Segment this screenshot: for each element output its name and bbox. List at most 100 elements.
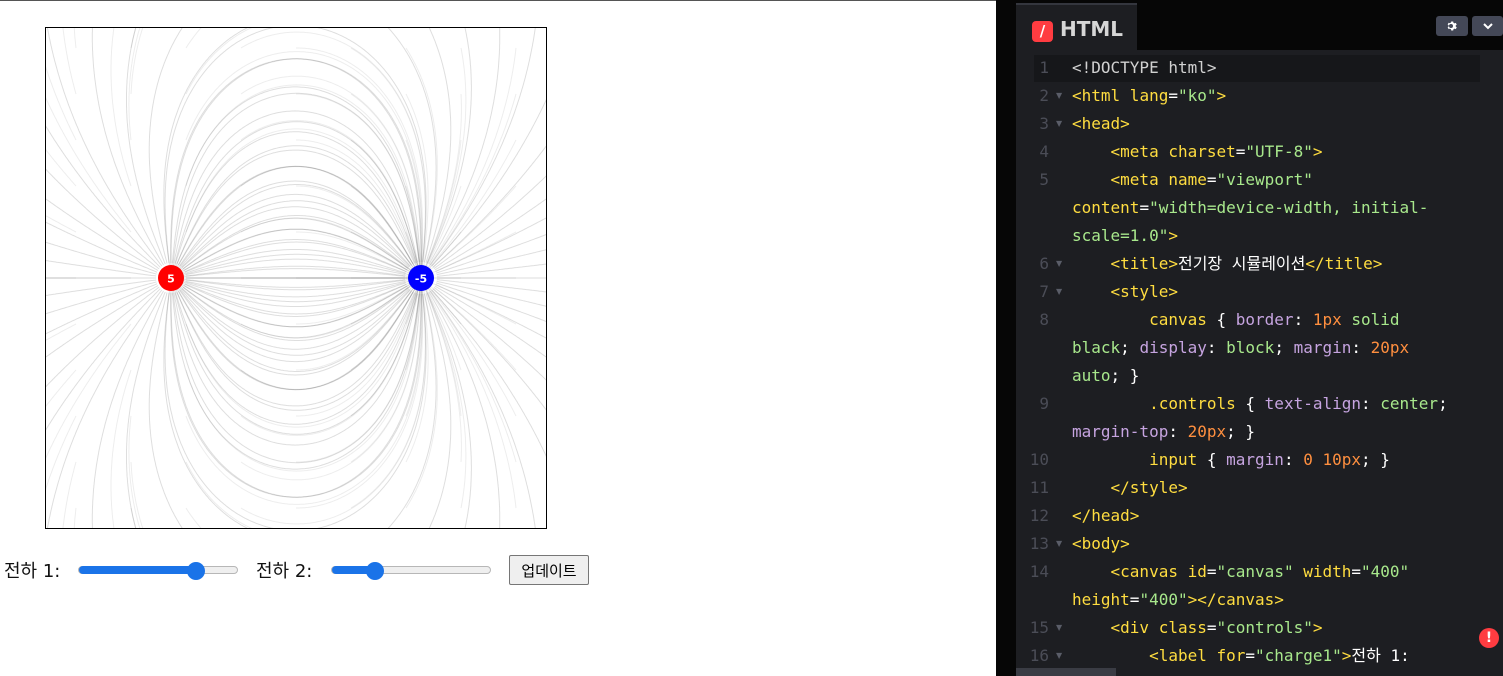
code-token: <canvas [1110,562,1178,581]
field-line [432,288,546,411]
fold-toggle-icon[interactable]: ▼ [1056,250,1062,278]
settings-button[interactable] [1436,16,1468,36]
field-line [436,279,546,293]
charge1-slider-thumb[interactable] [186,562,205,580]
update-button[interactable]: 업데이트 [509,555,589,585]
field-line [128,28,141,141]
code-token: > [1168,226,1178,245]
line-number: 11 [1029,478,1049,497]
code-token: center [1380,394,1439,413]
collapse-button[interactable] [1472,16,1503,36]
code-token: 전기장 시뮬레이션 [1177,254,1306,273]
field-canvas[interactable]: 5 -5 [45,27,547,529]
code-line[interactable]: .controls { text-align: center; [1072,390,1448,418]
code-token: solid [1341,310,1400,329]
field-line [431,99,546,267]
code-token: { [1235,394,1265,413]
field-line [431,289,546,457]
html-tab[interactable]: / HTML [1016,3,1137,50]
code-token: 20px [1187,422,1227,441]
code-line[interactable]: scale=1.0"> [1072,222,1178,250]
code-line[interactable]: content="width=device-width, initial- [1072,194,1428,222]
gear-icon [1447,21,1457,31]
code-token: = [1351,562,1362,581]
code-line[interactable]: input { margin: 0 10px; } [1072,446,1390,474]
code-line[interactable]: <meta name="viewport" [1072,166,1313,194]
field-line [46,260,157,277]
field-line [91,290,164,528]
line-number: 1 [1039,58,1049,77]
code-token: "UTF-8" [1245,142,1313,161]
code-line[interactable]: auto; } [1072,362,1139,390]
code-token: = [1168,86,1178,105]
field-line [73,507,77,528]
code-line[interactable]: <label for="charge1">전하 1: [1072,642,1410,670]
code-token: = [1206,618,1217,637]
code-token: "controls" [1216,618,1313,637]
field-line [46,168,160,270]
field-line [171,86,420,271]
horizontal-scrollbar[interactable] [1016,668,1116,676]
code-token: > [1216,86,1227,105]
code-token: 0 [1303,450,1313,469]
code-token: = [1235,142,1246,161]
code-area[interactable]: 1 2 ▼ 3 ▼ 4 5 6 ▼ 7 ▼ 8 9 10 11 12 13 ▼ 14 15 ▼ 16 ▼ <!DOCTYPE… [1016,54,1503,676]
code-line[interactable]: <!DOCTYPE html> [1072,54,1217,82]
fold-toggle-icon[interactable]: ▼ [1056,614,1062,642]
code-token: for [1206,646,1246,665]
fold-toggle-icon[interactable]: ▼ [1056,82,1062,110]
code-token: : [1361,394,1381,413]
code-token: <title> [1110,254,1178,273]
code-line[interactable]: <canvas id="canvas" width="400" [1072,558,1410,586]
code-line[interactable]: <html lang="ko"> [1072,82,1226,110]
code-token: : [1293,310,1313,329]
code-line[interactable]: canvas { border: 1px solid [1072,306,1400,334]
fold-toggle-icon[interactable]: ▼ [1056,642,1062,670]
code-line[interactable]: <div class="controls"> [1072,614,1323,642]
code-line[interactable]: <style> [1072,278,1178,306]
code-token: 1px [1312,310,1342,329]
code-token: "canvas" [1216,562,1294,581]
charge2-slider[interactable] [331,562,491,580]
field-line [424,93,517,273]
code-line[interactable]: <meta charset="UTF-8"> [1072,138,1323,166]
fold-toggle-icon[interactable]: ▼ [1056,278,1062,306]
field-line [424,283,517,463]
line-number: 8 [1039,310,1049,329]
code-token: > [1312,618,1323,637]
charge1-label: 전하 1: [4,561,61,582]
code-token: display [1139,338,1207,357]
code-token: "charge1" [1255,646,1342,665]
field-line [163,28,248,264]
code-line[interactable]: black; display: block; margin: 20px [1072,334,1409,362]
field-line [91,28,164,266]
code-token: </title> [1305,254,1383,273]
charge1-slider[interactable] [78,562,238,580]
code-line[interactable]: </style> [1072,474,1188,502]
preview-pane: 5 -5 전하 1: 전하 2: 업데이트 [0,0,996,676]
code-line[interactable]: <body> [1072,530,1130,558]
code-line[interactable]: height="400"></canvas> [1072,586,1284,614]
field-line [73,28,77,49]
fold-toggle-icon[interactable]: ▼ [1056,530,1062,558]
code-line[interactable]: </head> [1072,502,1139,530]
code-token: : [1283,450,1304,469]
code-token: ; [1438,394,1448,413]
charge2-slider-thumb[interactable] [366,562,385,580]
fold-toggle-icon[interactable]: ▼ [1056,110,1062,138]
line-number: 12 [1029,506,1049,525]
error-icon[interactable]: ! [1479,628,1499,648]
code-line[interactable]: <head> [1072,110,1130,138]
field-line [130,507,137,528]
code-token: <style> [1110,282,1178,301]
pane-resizer[interactable] [996,0,1016,676]
code-token: : [1206,338,1227,357]
code-line[interactable]: <title>전기장 시뮬레이션</title> [1072,250,1383,278]
code-token: border [1235,310,1294,329]
code-line[interactable]: margin-top: 20px; } [1072,418,1255,446]
line-number: 14 [1029,562,1049,581]
code-token: = [1206,170,1217,189]
